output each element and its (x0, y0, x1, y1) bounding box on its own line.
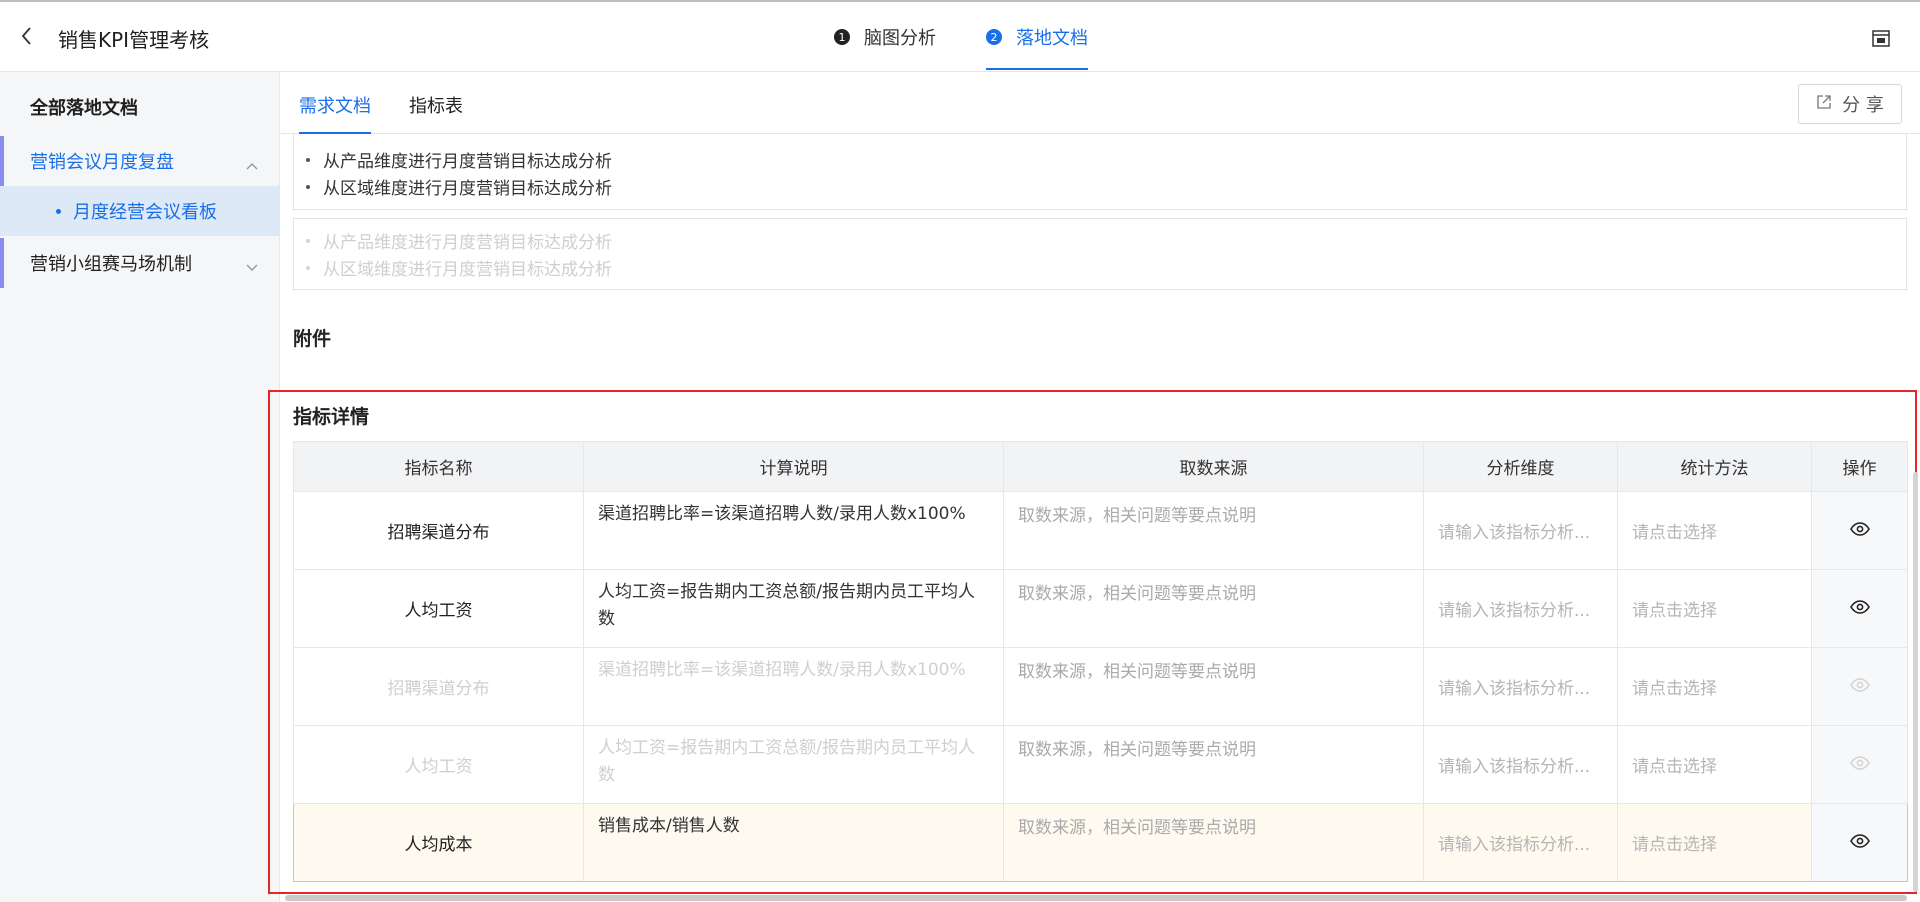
analysis-dimension-input[interactable]: 请输入该指标分析... (1423, 803, 1618, 882)
sidebar-item-monthly-board[interactable]: 月度经营会议看板 (0, 186, 280, 236)
operation-cell (1811, 569, 1908, 648)
analysis-dimension-input[interactable]: 请输入该指标分析... (1423, 725, 1618, 804)
top-bar: 销售KPI管理考核 1 脑图分析 2 落地文档 (0, 0, 1920, 72)
share-label: 分 享 (1842, 95, 1884, 116)
operation-cell (1811, 803, 1908, 882)
page-title: 销售KPI管理考核 (58, 28, 210, 52)
eye-icon[interactable] (1849, 521, 1870, 541)
sidebar-group-label: 营销会议月度复盘 (30, 152, 174, 173)
analysis-dimension-input[interactable]: 请输入该指标分析... (1423, 491, 1618, 570)
column-header: 操作 (1811, 441, 1908, 492)
horizontal-scrollbar[interactable] (285, 895, 1907, 901)
step-label: 脑图分析 (864, 28, 936, 49)
step-mindmap-analysis[interactable]: 1 脑图分析 (834, 2, 936, 72)
statistic-method-select[interactable]: 请点击选择 (1617, 491, 1812, 570)
column-header: 分析维度 (1423, 441, 1618, 492)
doc-bullet-item: 从产品维度进行月度营销目标达成分析 (306, 227, 1906, 254)
calc-description-cell[interactable]: 渠道招聘比率=该渠道招聘人数/录用人数x100% (583, 491, 1004, 570)
share-button[interactable]: 分 享 (1798, 84, 1902, 124)
table-row: 招聘渠道分布 渠道招聘比率=该渠道招聘人数/录用人数x100% 取数来源，相关问… (293, 647, 1908, 726)
statistic-method-select[interactable]: 请点击选择 (1617, 725, 1812, 804)
analysis-dimension-input[interactable]: 请输入该指标分析... (1423, 569, 1618, 648)
step-nav: 1 脑图分析 2 落地文档 (834, 2, 1088, 72)
sidebar-heading: 全部落地文档 (30, 98, 138, 119)
eye-icon[interactable] (1849, 677, 1870, 697)
statistic-method-select[interactable]: 请点击选择 (1617, 803, 1812, 882)
doc-content-block-faded: 从产品维度进行月度营销目标达成分析 从区域维度进行月度营销目标达成分析 (293, 218, 1907, 290)
sidebar-group-marketing-review[interactable]: 营销会议月度复盘 (0, 136, 280, 186)
chevron-down-icon[interactable] (246, 256, 258, 277)
data-source-input[interactable]: 取数来源，相关问题等要点说明 (1003, 803, 1424, 882)
table-row: 人均工资 人均工资=报告期内工资总额/报告期内员工平均人数 取数来源，相关问题等… (293, 725, 1908, 804)
tab-metrics-table[interactable]: 指标表 (409, 92, 465, 134)
column-header: 统计方法 (1617, 441, 1812, 492)
sidebar: 全部落地文档 营销会议月度复盘 月度经营会议看板 营销小组赛马场机制 (0, 72, 280, 902)
metric-detail-title: 指标详情 (293, 406, 370, 428)
statistic-method-select[interactable]: 请点击选择 (1617, 569, 1812, 648)
doc-bullet-item: 从产品维度进行月度营销目标达成分析 (306, 146, 1906, 173)
metric-name-cell[interactable]: 人均工资 (293, 725, 584, 804)
operation-cell (1811, 725, 1908, 804)
data-source-input[interactable]: 取数来源，相关问题等要点说明 (1003, 725, 1424, 804)
step-landing-document[interactable]: 2 落地文档 (986, 2, 1088, 72)
column-header: 取数来源 (1003, 441, 1424, 492)
table-row: 招聘渠道分布 渠道招聘比率=该渠道招聘人数/录用人数x100% 取数来源，相关问… (293, 491, 1908, 570)
chevron-up-icon[interactable] (246, 154, 258, 175)
metric-name-cell[interactable]: 人均工资 (293, 569, 584, 648)
calc-description-cell[interactable]: 人均工资=报告期内工资总额/报告期内员工平均人数 (583, 569, 1004, 648)
eye-icon[interactable] (1849, 833, 1870, 853)
main-content: 需求文档 指标表 分 享 从产品维度进行月度营销目标达成分析 从区域维度进行月度… (268, 72, 1920, 902)
step-number: 2 (986, 29, 1002, 45)
doc-bullet-item: 从区域维度进行月度营销目标达成分析 (306, 173, 1906, 200)
sidebar-group-racing-mechanism[interactable]: 营销小组赛马场机制 (0, 238, 280, 288)
operation-cell (1811, 647, 1908, 726)
metric-table: 指标名称 计算说明 取数来源 分析维度 统计方法 操作 招聘渠道分布 渠道招聘比… (293, 441, 1908, 882)
bullet-dot (56, 208, 61, 214)
doc-bullet-item: 从区域维度进行月度营销目标达成分析 (306, 254, 1906, 281)
attachments-title: 附件 (293, 328, 332, 350)
calc-description-cell[interactable]: 渠道招聘比率=该渠道招聘人数/录用人数x100% (583, 647, 1004, 726)
table-header-row: 指标名称 计算说明 取数来源 分析维度 统计方法 操作 (293, 441, 1908, 492)
layout-panel-icon[interactable] (1872, 30, 1890, 47)
table-row: 人均工资 人均工资=报告期内工资总额/报告期内员工平均人数 取数来源，相关问题等… (293, 569, 1908, 648)
share-icon (1816, 94, 1832, 115)
operation-cell (1811, 491, 1908, 570)
table-row-highlighted: 人均成本 销售成本/销售人数 取数来源，相关问题等要点说明 请输入该指标分析..… (293, 803, 1908, 882)
tab-bar: 需求文档 指标表 分 享 (281, 72, 1920, 134)
eye-icon[interactable] (1849, 599, 1870, 619)
data-source-input[interactable]: 取数来源，相关问题等要点说明 (1003, 491, 1424, 570)
metric-name-cell[interactable]: 招聘渠道分布 (293, 647, 584, 726)
eye-icon[interactable] (1849, 755, 1870, 775)
data-source-input[interactable]: 取数来源，相关问题等要点说明 (1003, 569, 1424, 648)
metric-name-cell[interactable]: 人均成本 (293, 803, 584, 882)
back-arrow-icon[interactable] (20, 26, 40, 50)
metric-name-cell[interactable]: 招聘渠道分布 (293, 491, 584, 570)
column-header: 指标名称 (293, 441, 584, 492)
tab-requirements-doc[interactable]: 需求文档 (299, 92, 371, 134)
column-header: 计算说明 (583, 441, 1004, 492)
doc-content-block: 从产品维度进行月度营销目标达成分析 从区域维度进行月度营销目标达成分析 (293, 134, 1907, 210)
statistic-method-select[interactable]: 请点击选择 (1617, 647, 1812, 726)
calc-description-cell[interactable]: 销售成本/销售人数 (583, 803, 1004, 882)
sidebar-item-label: 月度经营会议看板 (73, 202, 217, 223)
analysis-dimension-input[interactable]: 请输入该指标分析... (1423, 647, 1618, 726)
vertical-scrollbar[interactable] (1913, 472, 1918, 892)
step-number: 1 (834, 29, 850, 45)
sidebar-group-label: 营销小组赛马场机制 (30, 254, 192, 275)
step-label: 落地文档 (1016, 28, 1088, 49)
data-source-input[interactable]: 取数来源，相关问题等要点说明 (1003, 647, 1424, 726)
calc-description-cell[interactable]: 人均工资=报告期内工资总额/报告期内员工平均人数 (583, 725, 1004, 804)
